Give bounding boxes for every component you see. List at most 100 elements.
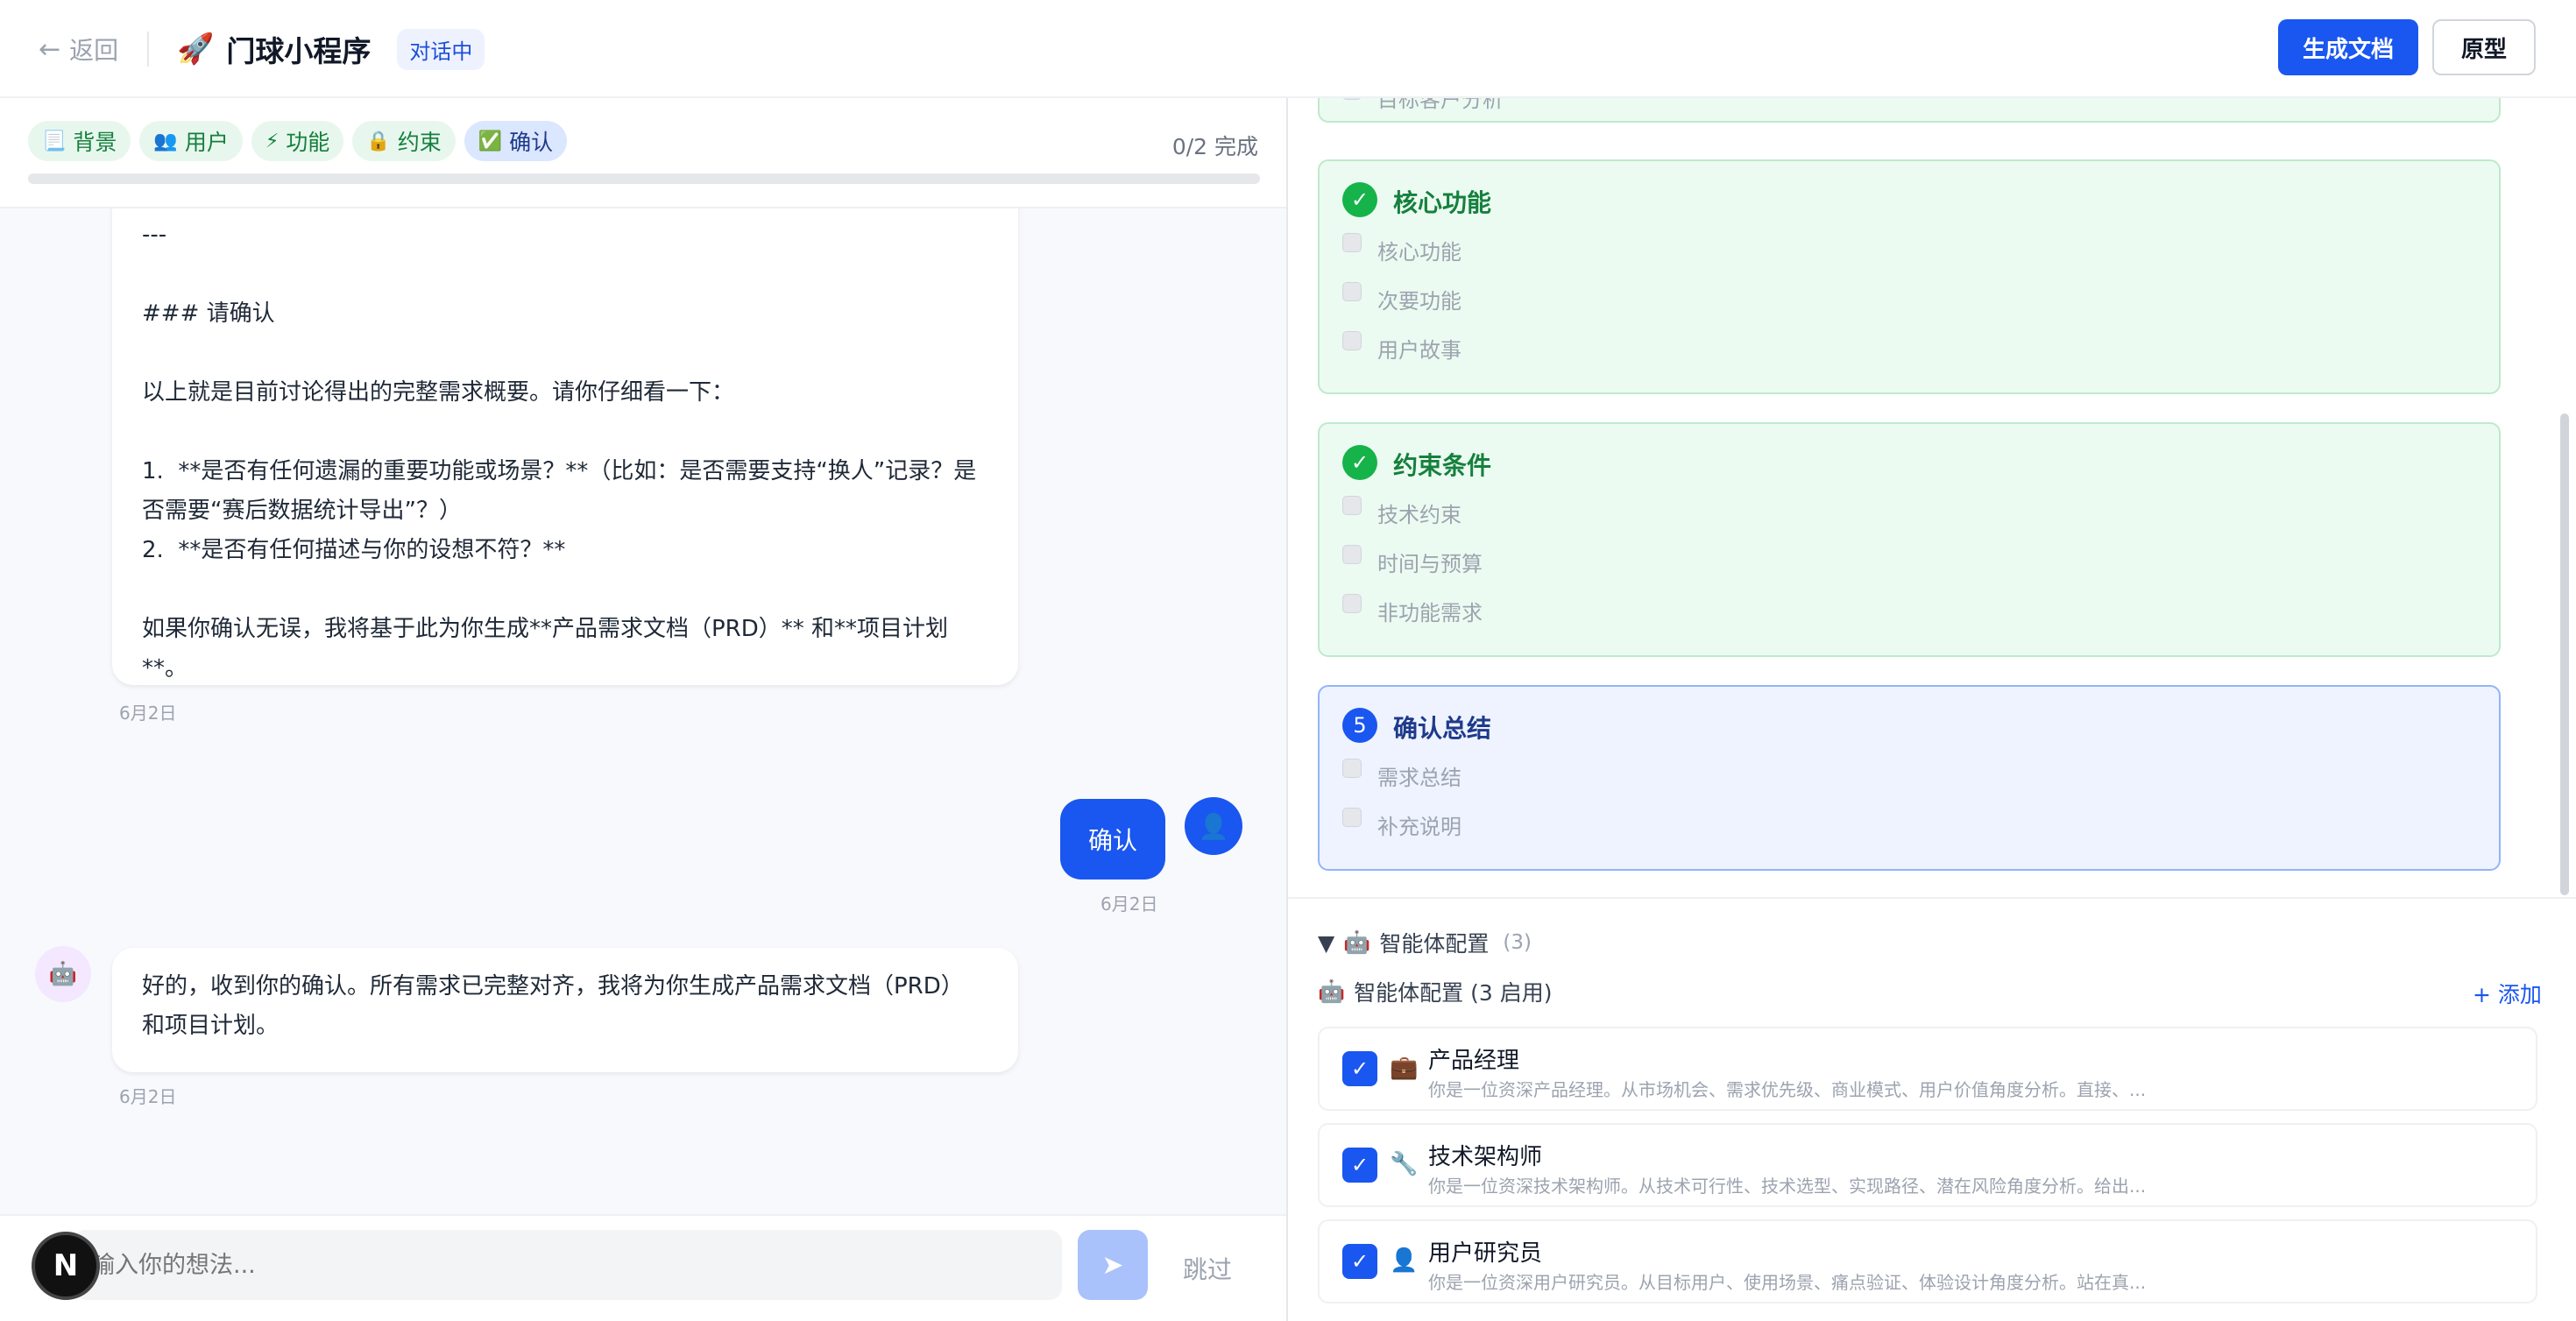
message-time: 6月2日 xyxy=(119,703,177,724)
project-name: 门球小程序 xyxy=(226,34,372,68)
checkbox-icon xyxy=(1342,330,1362,350)
steps-scrollbar[interactable] xyxy=(2560,413,2569,895)
checkbox-icon xyxy=(1342,593,1362,613)
stage-bar: 📃 背景 👥 用户 ⚡ 功能 🔒 约束 ✅ 确认 0/2 完成 xyxy=(0,98,1286,208)
users-icon: 👥 xyxy=(153,130,178,152)
check-circle-icon: ✓ xyxy=(1342,445,1377,480)
agent-description: 你是一位资深产品经理。从市场机会、需求优先级、商业模式、用户价值角度分析。直接、… xyxy=(1428,1079,2147,1100)
add-agent-button[interactable]: + 添加 xyxy=(2473,978,2542,1009)
agents-count: (3) xyxy=(1503,931,1532,954)
step-item: 补充说明 xyxy=(1342,807,1461,840)
agent-card-product-manager[interactable]: ✓ 💼 产品经理 你是一位资深产品经理。从市场机会、需求优先级、商业模式、用户价… xyxy=(1318,1027,2537,1111)
lightning-icon: ⚡ xyxy=(265,130,280,152)
step-item: 目标客户分析 xyxy=(1342,98,1504,113)
step-item: 非功能需求 xyxy=(1342,593,1483,626)
agents-toggle-label: 智能体配置 xyxy=(1379,931,1490,957)
assistant-message: --- ### 请确认 以上就是目前讨论得出的完整需求概要。请你仔细看一下： 1… xyxy=(112,208,1018,685)
message-time: 6月2日 xyxy=(1100,894,1158,915)
step-title: 确认总结 xyxy=(1393,714,1492,743)
stage-chip-label: 功能 xyxy=(286,130,330,155)
message-list[interactable]: --- ### 请确认 以上就是目前讨论得出的完整需求概要。请你仔细看一下： 1… xyxy=(0,208,1286,1214)
step-item: 时间与预算 xyxy=(1342,544,1483,577)
progress-text: 0/2 完成 xyxy=(1171,134,1258,159)
step-number-badge: 5 xyxy=(1342,708,1377,743)
bot-avatar-icon: 🤖 xyxy=(35,946,91,1002)
triangle-down-icon: ▼ xyxy=(1318,929,1335,956)
step-item: 需求总结 xyxy=(1342,758,1461,791)
message-time: 6月2日 xyxy=(119,1086,177,1107)
stage-chip-users[interactable]: 👥 用户 xyxy=(139,121,243,161)
stage-chip-background[interactable]: 📃 背景 xyxy=(28,121,131,161)
checkbox-icon xyxy=(1342,98,1362,100)
agent-description: 你是一位资深技术架构师。从技术可行性、技术选型、实现路径、潜在风险角度分析。给出… xyxy=(1428,1176,2147,1197)
skip-button[interactable]: 跳过 xyxy=(1183,1251,1232,1286)
robot-icon: 🤖 xyxy=(1343,929,1371,955)
header-divider xyxy=(147,32,149,67)
stage-chip-label: 确认 xyxy=(509,130,554,155)
check-box-icon: ✅ xyxy=(478,130,503,152)
check-circle-icon: ✓ xyxy=(1342,182,1377,217)
stage-chip-constraints[interactable]: 🔒 约束 xyxy=(352,121,456,161)
step-item: 用户故事 xyxy=(1342,330,1461,364)
generate-doc-button[interactable]: 生成文档 xyxy=(2278,19,2418,75)
assistant-message: 好的，收到你的确认。所有需求已完整对齐，我将为你生成产品需求文档（PRD）和项目… xyxy=(112,948,1018,1072)
step-card-target-users: 目标客户分析 xyxy=(1318,98,2501,123)
stage-chips: 📃 背景 👥 用户 ⚡ 功能 🔒 约束 ✅ 确认 xyxy=(28,121,568,161)
progress-bar xyxy=(28,173,1260,184)
stage-chip-features[interactable]: ⚡ 功能 xyxy=(251,121,344,161)
document-icon: 📃 xyxy=(42,130,67,152)
step-item: 技术约束 xyxy=(1342,495,1461,528)
steps-list[interactable]: 目标客户分析 ✓ 核心功能 核心功能 次要功能 用户故事 ✓ 约束条件 技术约束… xyxy=(1288,98,2576,899)
agent-card-user-researcher[interactable]: ✓ 👤 用户研究员 你是一位资深用户研究员。从目标用户、使用场景、痛点验证、体验… xyxy=(1318,1219,2537,1303)
step-title: 核心功能 xyxy=(1393,188,1492,217)
agent-name: 技术架构师 xyxy=(1428,1144,1543,1170)
step-item: 次要功能 xyxy=(1342,281,1461,314)
checkbox-icon xyxy=(1342,807,1362,827)
checkbox-icon xyxy=(1342,232,1362,252)
user-icon: 👤 xyxy=(1390,1247,1419,1274)
agent-name: 产品经理 xyxy=(1428,1048,1520,1074)
rocket-icon: 🚀 xyxy=(177,32,215,67)
message-text: 好的，收到你的确认。所有需求已完整对齐，我将为你生成产品需求文档（PRD）和项目… xyxy=(142,973,964,1039)
stage-chip-label: 用户 xyxy=(184,130,229,155)
back-button[interactable]: ← 返回 xyxy=(39,30,118,68)
step-title: 约束条件 xyxy=(1393,451,1492,480)
stage-chip-label: 背景 xyxy=(73,130,117,155)
step-item: 核心功能 xyxy=(1342,232,1461,265)
next-devtools-button[interactable]: N xyxy=(32,1232,100,1300)
agent-enabled-checkbox[interactable]: ✓ xyxy=(1342,1051,1377,1086)
checkbox-icon xyxy=(1342,758,1362,778)
status-badge: 对话中 xyxy=(397,28,485,70)
agent-enabled-checkbox[interactable]: ✓ xyxy=(1342,1244,1377,1279)
send-button[interactable]: ➤ xyxy=(1078,1230,1148,1300)
lock-icon: 🔒 xyxy=(366,130,391,152)
side-panel: 目标客户分析 ✓ 核心功能 核心功能 次要功能 用户故事 ✓ 约束条件 技术约束… xyxy=(1288,98,2576,1321)
top-header: ← 返回 🚀 门球小程序 对话中 生成文档 原型 xyxy=(0,0,2576,98)
agents-header: 🤖 智能体配置 (3 启用) xyxy=(1318,976,1552,1007)
checkbox-icon xyxy=(1342,544,1362,564)
agent-name: 用户研究员 xyxy=(1428,1240,1543,1267)
agent-description: 你是一位资深用户研究员。从目标用户、使用场景、痛点验证、体验设计角度分析。站在真… xyxy=(1428,1272,2147,1293)
wrench-icon: 🔧 xyxy=(1390,1151,1419,1177)
back-label: 返回 xyxy=(69,36,119,65)
step-card-core-features: ✓ 核心功能 核心功能 次要功能 用户故事 xyxy=(1318,159,2501,394)
user-avatar-icon: 👤 xyxy=(1185,797,1242,855)
briefcase-icon: 💼 xyxy=(1390,1055,1419,1081)
stage-chip-label: 约束 xyxy=(397,130,442,155)
chat-panel: 📃 背景 👥 用户 ⚡ 功能 🔒 约束 ✅ 确认 0/2 完成 --- ### … xyxy=(0,98,1288,1321)
checkbox-icon xyxy=(1342,281,1362,301)
user-message: 确认 xyxy=(1060,799,1165,879)
stage-chip-confirm[interactable]: ✅ 确认 xyxy=(464,121,568,161)
project-title-group: 🚀 门球小程序 对话中 xyxy=(177,26,485,72)
prototype-button[interactable]: 原型 xyxy=(2432,19,2536,75)
agent-enabled-checkbox[interactable]: ✓ xyxy=(1342,1148,1377,1183)
message-text: --- ### 请确认 以上就是目前讨论得出的完整需求概要。请你仔细看一下： 1… xyxy=(142,222,977,682)
message-input[interactable] xyxy=(74,1230,1062,1300)
agents-header-label: 智能体配置 (3 启用) xyxy=(1354,980,1553,1006)
agent-card-tech-architect[interactable]: ✓ 🔧 技术架构师 你是一位资深技术架构师。从技术可行性、技术选型、实现路径、潜… xyxy=(1318,1123,2537,1207)
composer: ➤ 跳过 xyxy=(0,1214,1286,1321)
step-card-constraints: ✓ 约束条件 技术约束 时间与预算 非功能需求 xyxy=(1318,422,2501,657)
step-card-confirm-summary: 5 确认总结 需求总结 补充说明 xyxy=(1318,685,2501,871)
agents-config-toggle[interactable]: ▼ 🤖 智能体配置 (3) xyxy=(1318,927,1532,958)
arrow-left-icon: ← xyxy=(39,33,61,65)
